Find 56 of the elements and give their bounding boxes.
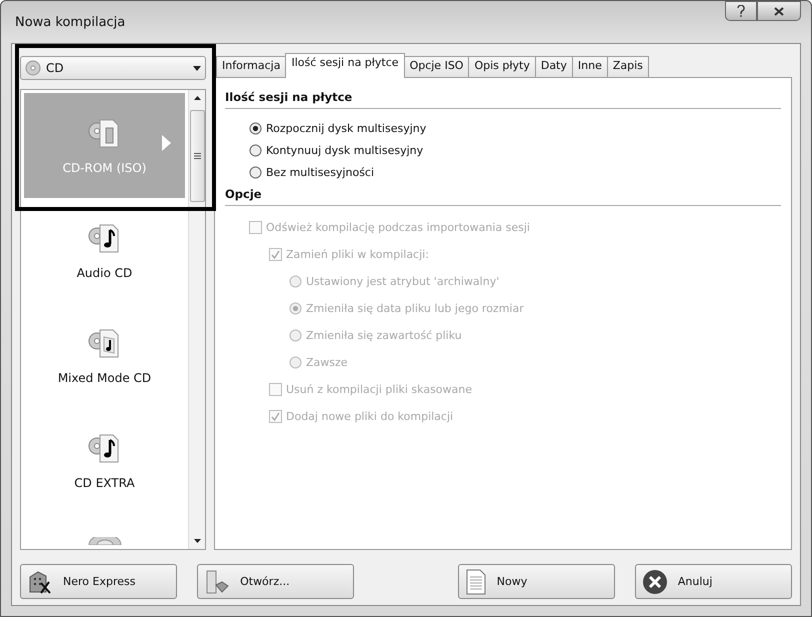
- help-button[interactable]: [725, 1, 757, 21]
- scrollbar[interactable]: [188, 90, 205, 549]
- disc-music-icon: [88, 432, 122, 466]
- building-icon: [27, 568, 53, 594]
- tab[interactable]: Inne: [572, 56, 608, 77]
- tab[interactable]: Zapis: [606, 56, 649, 77]
- close-circle-icon: [642, 568, 668, 594]
- compilation-type-item[interactable]: Mixed Mode CD: [24, 303, 185, 408]
- document-icon: [464, 568, 487, 594]
- option-label: Bez multisesyjności: [266, 166, 374, 178]
- scroll-down-icon: [194, 539, 200, 543]
- dropdown-value: CD: [46, 61, 65, 75]
- scrollbar-thumb[interactable]: [190, 110, 204, 202]
- caret-icon: [193, 66, 201, 70]
- option-label: Dodaj nowe pliki do kompilacji: [286, 410, 454, 423]
- tab[interactable]: Opis płyty: [468, 56, 536, 77]
- window-title: Nowa kompilacja: [14, 14, 126, 30]
- disc-music-icon: [88, 326, 122, 360]
- tab[interactable]: Informacja: [216, 56, 286, 77]
- option-label: Zmieniła się data pliku lub jego rozmiar: [306, 302, 524, 315]
- section-heading: Ilość sesji na płytce: [225, 90, 781, 109]
- close-icon: [774, 6, 784, 16]
- radio-button[interactable]: [249, 122, 262, 134]
- close-button[interactable]: [757, 1, 801, 21]
- tab[interactable]: Daty: [534, 56, 573, 77]
- tab[interactable]: Opcje ISO: [404, 56, 470, 77]
- option-label: Odśwież kompilację podczas importowania sesji: [266, 221, 530, 234]
- grip-icon: [194, 153, 200, 159]
- dialog-button[interactable]: Otwórz...: [197, 564, 354, 599]
- disc-music-icon: [88, 222, 122, 256]
- item-label: CD-ROM (ISO): [62, 160, 146, 174]
- option-label: Zamień pliki w kompilacji:: [286, 248, 429, 261]
- dialog-button[interactable]: Nero Express: [20, 564, 178, 599]
- disc-type-dropdown[interactable]: CD: [20, 56, 206, 80]
- disc-icon: [25, 60, 41, 76]
- item-label: Audio CD: [76, 266, 132, 280]
- option-label: Kontynuuj dysk multisesyjny: [266, 144, 424, 156]
- option-label: Ustawiony jest atrybut 'archiwalny': [306, 275, 500, 288]
- compilation-type-item[interactable]: CD EXTRA: [24, 408, 185, 513]
- compilation-type-item[interactable]: Audio CD: [24, 198, 185, 303]
- dialog-button[interactable]: Nowy: [458, 564, 615, 599]
- dialog-button[interactable]: Anuluj: [634, 564, 792, 599]
- triangle-icon: [162, 135, 171, 151]
- option-label: Rozpocznij dysk multisesyjny: [266, 122, 426, 134]
- tab[interactable]: Ilość sesji na płytce: [285, 53, 405, 78]
- section-heading: Opcje: [225, 187, 781, 206]
- option-label: Usuń z kompilacji pliki skasowane: [286, 383, 472, 396]
- help-icon: [737, 5, 745, 17]
- radio-button[interactable]: [249, 144, 262, 156]
- item-label: CD EXTRA: [74, 476, 135, 490]
- radio-button[interactable]: [249, 166, 262, 178]
- item-label: Mixed Mode CD: [58, 370, 152, 384]
- option-label: Zmieniła się zawartość pliku: [306, 329, 462, 342]
- disc-folder-icon: [88, 116, 122, 150]
- scroll-up-icon: [194, 96, 200, 100]
- option-label: Zawsze: [306, 356, 348, 369]
